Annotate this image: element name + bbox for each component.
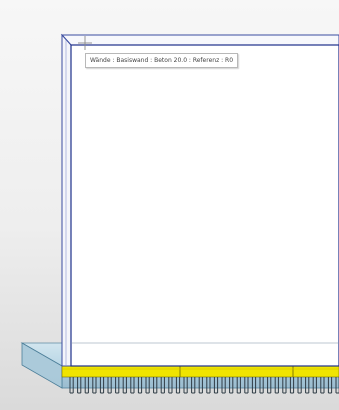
tooltip-text: Wände : Basiswand : Beton 20.0 : Referen… (90, 57, 234, 64)
element-tooltip: Wände : Basiswand : Beton 20.0 : Referen… (85, 53, 239, 68)
foundation-beam-face (61, 365, 339, 378)
wall-element[interactable] (60, 33, 339, 367)
foundation-beam[interactable] (61, 365, 339, 378)
wall-side-face (61, 33, 72, 367)
wall-top-face (60, 34, 339, 46)
wall-front-face (70, 44, 339, 367)
3d-viewport[interactable]: Wände : Basiswand : Beton 20.0 : Referen… (0, 0, 339, 410)
